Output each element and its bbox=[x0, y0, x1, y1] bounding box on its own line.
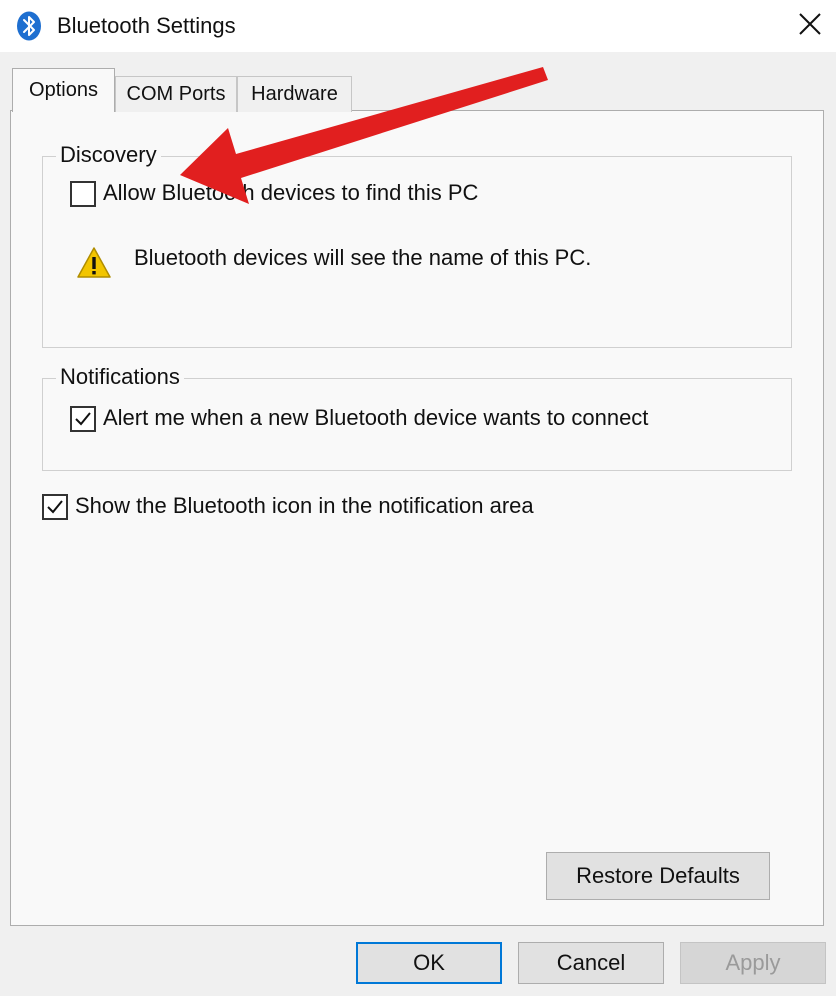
window-title: Bluetooth Settings bbox=[57, 13, 236, 38]
warning-icon bbox=[76, 246, 112, 280]
tab-options[interactable]: Options bbox=[12, 68, 115, 112]
close-button[interactable] bbox=[784, 0, 836, 52]
ok-button[interactable]: OK bbox=[356, 942, 502, 984]
alert-new-device-label[interactable]: Alert me when a new Bluetooth device wan… bbox=[103, 405, 648, 431]
show-bluetooth-icon-checkbox[interactable] bbox=[42, 494, 68, 520]
alert-new-device-checkbox[interactable] bbox=[70, 406, 96, 432]
checkmark-icon bbox=[75, 412, 91, 426]
discovery-legend: Discovery bbox=[56, 142, 161, 168]
tab-com-ports[interactable]: COM Ports bbox=[115, 76, 237, 112]
allow-discovery-label[interactable]: Allow Bluetooth devices to find this PC bbox=[103, 180, 478, 206]
tab-hardware[interactable]: Hardware bbox=[237, 76, 352, 112]
notifications-legend: Notifications bbox=[56, 364, 184, 390]
apply-button[interactable]: Apply bbox=[680, 942, 826, 984]
show-bluetooth-icon-label[interactable]: Show the Bluetooth icon in the notificat… bbox=[75, 493, 534, 519]
allow-discovery-checkbox[interactable] bbox=[70, 181, 96, 207]
close-icon bbox=[798, 12, 822, 41]
warning-text: Bluetooth devices will see the name of t… bbox=[134, 245, 592, 270]
bluetooth-icon bbox=[16, 11, 42, 41]
title-bar: Bluetooth Settings bbox=[0, 0, 836, 52]
restore-defaults-button[interactable]: Restore Defaults bbox=[546, 852, 770, 900]
checkmark-icon bbox=[47, 500, 63, 514]
bluetooth-settings-dialog: Bluetooth Settings Options COM Ports Har… bbox=[0, 0, 836, 996]
cancel-button[interactable]: Cancel bbox=[518, 942, 664, 984]
